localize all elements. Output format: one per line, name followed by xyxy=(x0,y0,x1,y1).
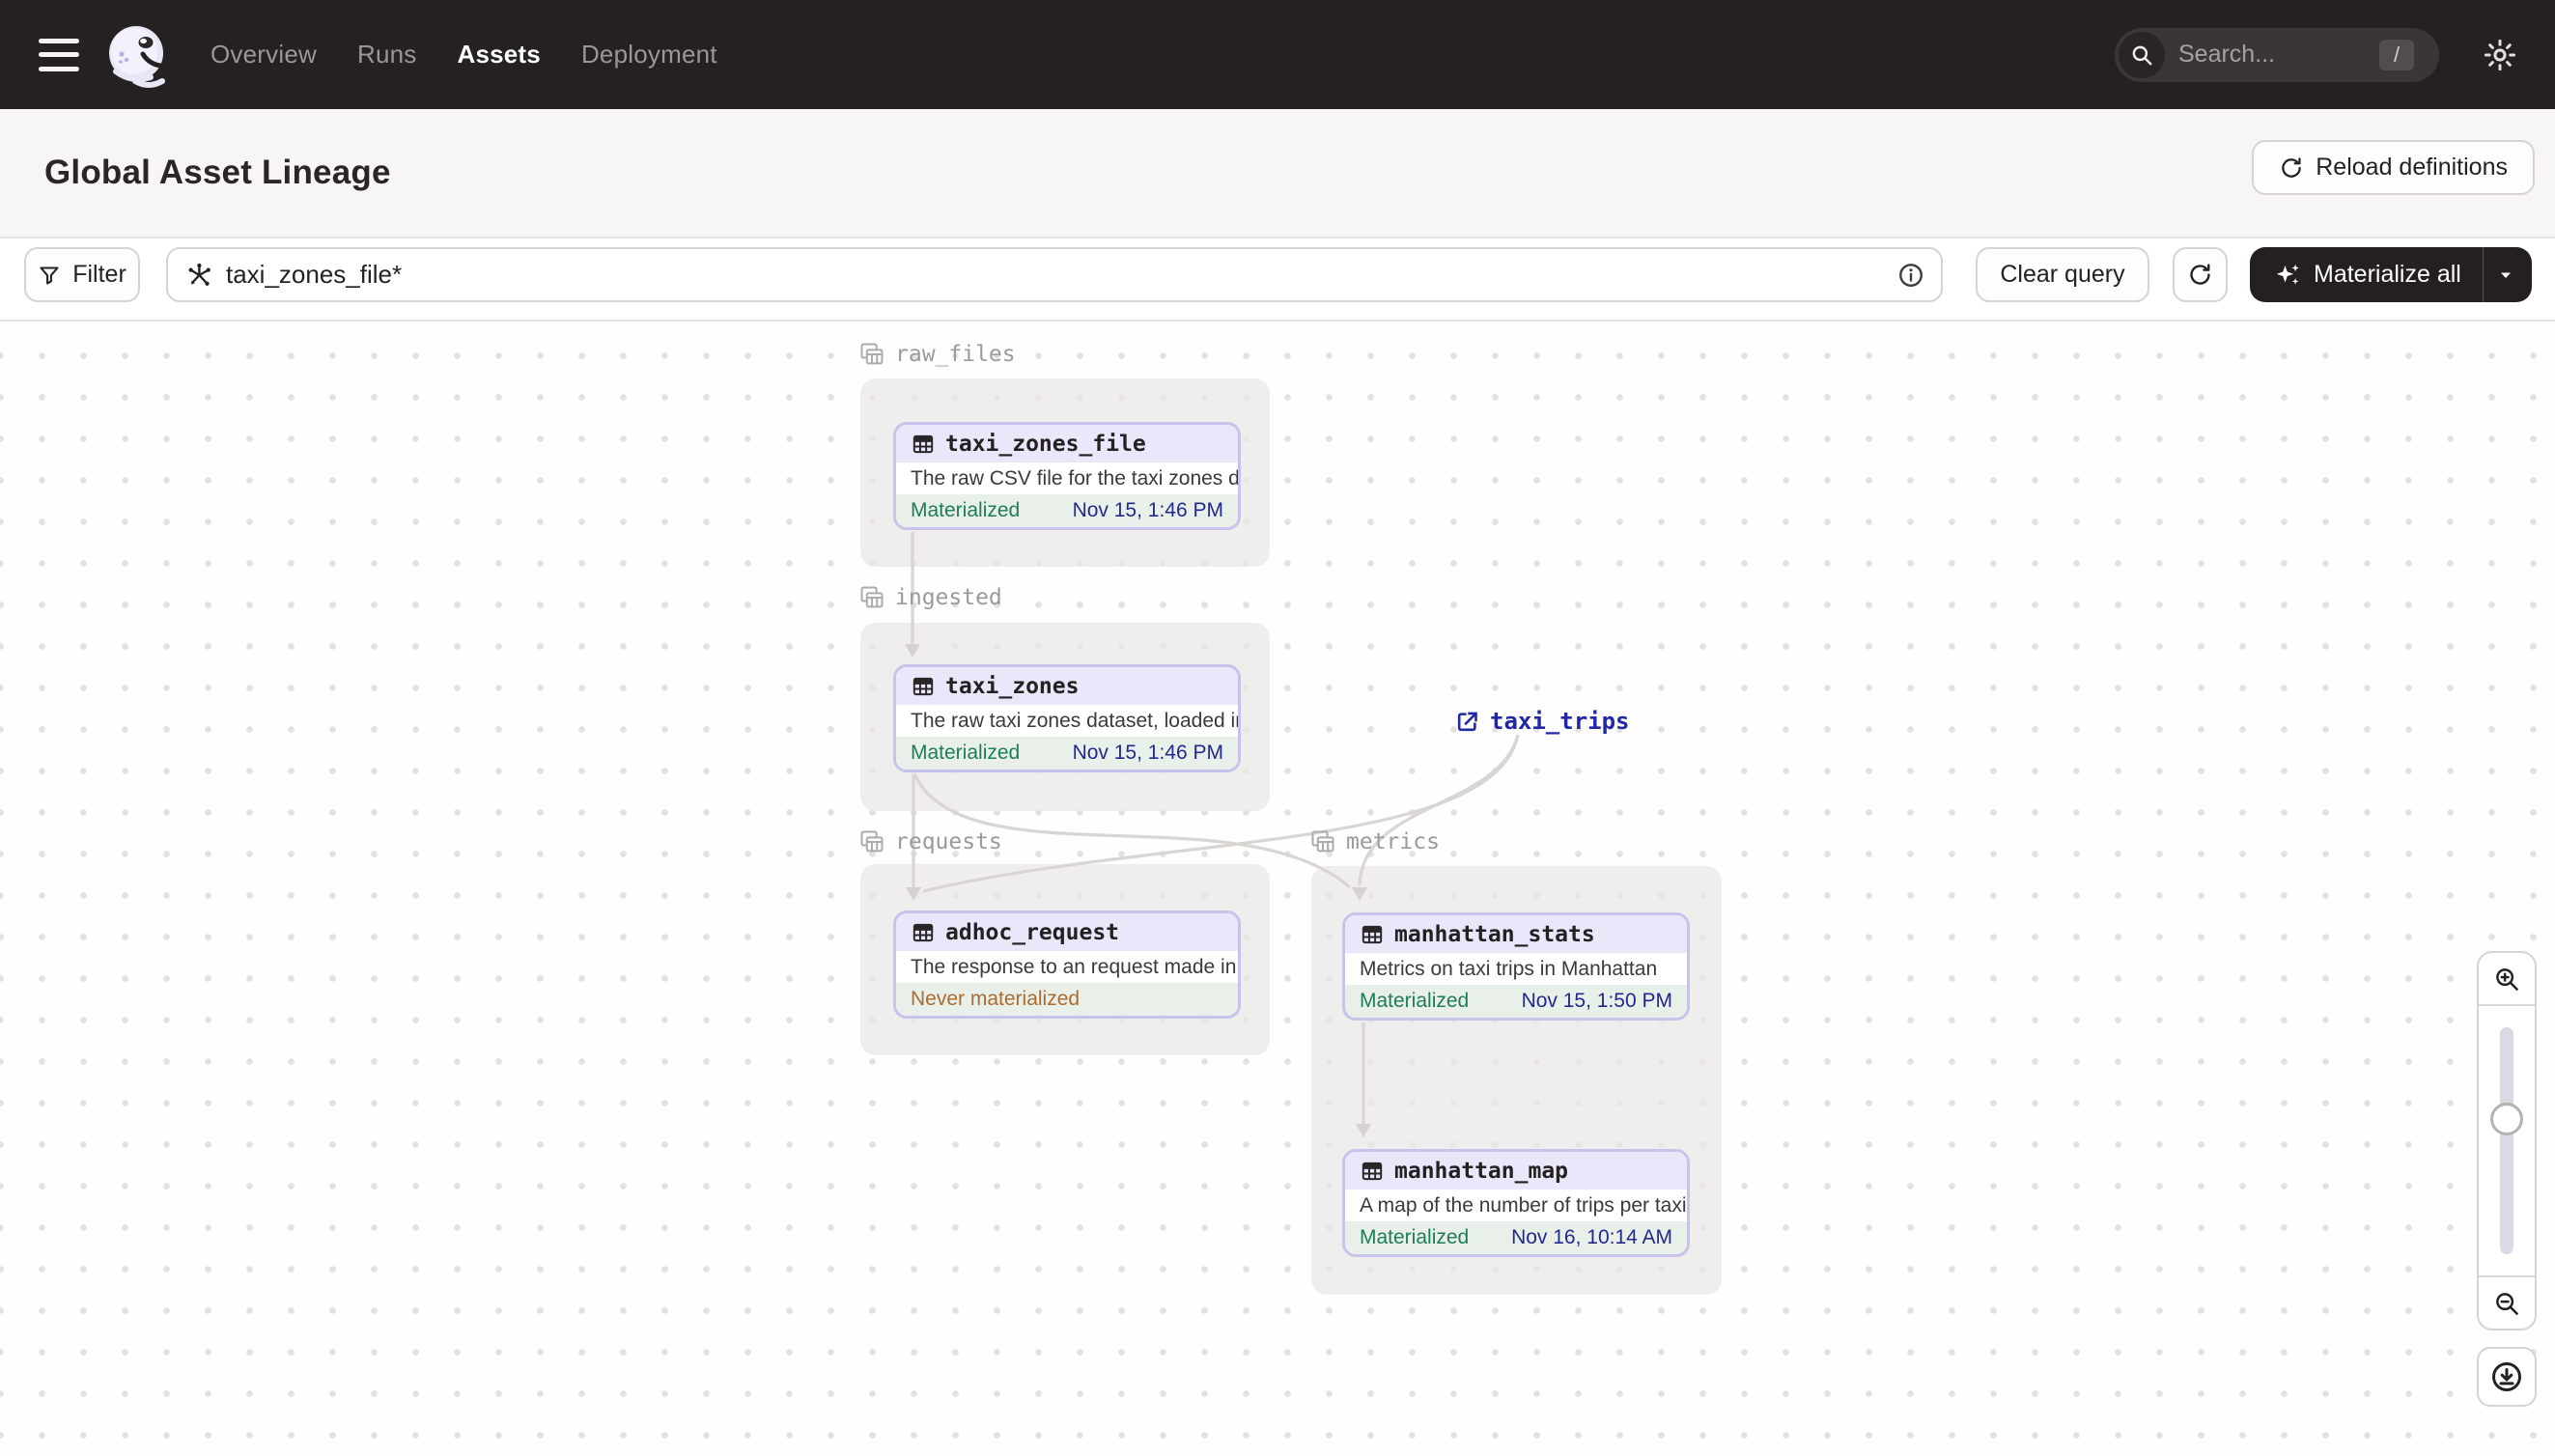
lineage-toolbar: Filter Clear query Materi xyxy=(0,237,2555,322)
zoom-slider-track[interactable] xyxy=(2500,1027,2513,1254)
page-header: Global Asset Lineage Reload definitions xyxy=(0,109,2555,237)
status-badge: Materialized xyxy=(911,742,1021,764)
asset-name: adhoc_request xyxy=(945,919,1120,945)
asset-description: Metrics on taxi trips in Manhattan xyxy=(1345,953,1687,985)
asset-group-icon xyxy=(1311,830,1334,853)
external-link-icon xyxy=(1457,712,1477,731)
reload-icon xyxy=(2282,156,2302,178)
download-icon xyxy=(2492,1362,2521,1391)
op-selector-icon xyxy=(188,263,211,286)
search-input[interactable] xyxy=(2178,41,2343,69)
filter-button[interactable]: Filter xyxy=(24,247,140,302)
group-label-ingested[interactable]: ingested xyxy=(858,584,1002,611)
asset-node-adhoc-request[interactable]: adhoc_request The response to an request… xyxy=(893,910,1241,1019)
asset-node-manhattan-stats[interactable]: manhattan_stats Metrics on taxi trips in… xyxy=(1342,912,1690,1021)
status-badge: Never materialized xyxy=(911,988,1081,1010)
asset-name: taxi_zones_file xyxy=(945,431,1146,457)
asset-name: manhattan_map xyxy=(1394,1158,1569,1184)
materialization-timestamp: Nov 16, 10:14 AM xyxy=(1511,1226,1672,1248)
page-title: Global Asset Lineage xyxy=(44,154,391,191)
external-asset-taxi-trips[interactable]: taxi_trips xyxy=(1454,708,1630,735)
asset-description: A map of the number of trips per taxi z.… xyxy=(1345,1190,1687,1221)
asset-node-taxi-zones[interactable]: taxi_zones The raw taxi zones dataset, l… xyxy=(893,664,1241,772)
asset-node-taxi-zones-file[interactable]: taxi_zones_file The raw CSV file for the… xyxy=(893,422,1241,530)
status-badge: Materialized xyxy=(1360,1226,1470,1248)
download-image-button[interactable] xyxy=(2477,1347,2537,1407)
zoom-out-icon xyxy=(2496,1292,2518,1315)
asset-description: The response to an request made in th... xyxy=(896,951,1238,983)
zoom-controls xyxy=(2477,951,2537,1330)
asset-group-icon xyxy=(860,343,884,365)
reload-definitions-button[interactable]: Reload definitions xyxy=(2252,140,2535,195)
materialize-options-dropdown[interactable] xyxy=(2482,247,2529,302)
top-nav: Overview Runs Assets Deployment / xyxy=(0,0,2555,109)
zoom-in-button[interactable] xyxy=(2479,953,2535,1006)
refresh-icon xyxy=(2190,264,2210,285)
nav-item-deployment[interactable]: Deployment xyxy=(581,40,717,70)
chevron-down-icon xyxy=(2501,272,2512,278)
group-label-requests[interactable]: requests xyxy=(858,828,1002,855)
clear-query-button[interactable]: Clear query xyxy=(1976,247,2149,302)
table-icon xyxy=(1362,925,1383,943)
asset-name: manhattan_stats xyxy=(1394,921,1595,947)
search-shortcut-badge: / xyxy=(2379,39,2414,70)
status-badge: Materialized xyxy=(911,499,1021,521)
zoom-out-button[interactable] xyxy=(2479,1275,2535,1329)
status-badge: Materialized xyxy=(1360,990,1470,1012)
asset-description: The raw taxi zones dataset, loaded int..… xyxy=(896,705,1238,737)
query-info-icon[interactable] xyxy=(1896,261,1925,290)
lineage-canvas[interactable]: raw_files ingested requests metrics taxi… xyxy=(0,322,2555,1456)
filter-funnel-icon xyxy=(40,266,59,285)
search-icon xyxy=(2119,31,2165,78)
materialization-timestamp: Nov 15, 1:46 PM xyxy=(1072,742,1223,764)
asset-group-icon xyxy=(860,586,884,608)
sparkle-icon xyxy=(2276,264,2299,285)
global-search[interactable]: / xyxy=(2115,27,2439,82)
asset-selection-input[interactable] xyxy=(226,260,1896,290)
nav-item-runs[interactable]: Runs xyxy=(357,40,417,70)
asset-node-manhattan-map[interactable]: manhattan_map A map of the number of tri… xyxy=(1342,1149,1690,1257)
table-icon xyxy=(912,923,934,941)
group-label-raw-files[interactable]: raw_files xyxy=(858,341,1016,368)
materialization-timestamp: Nov 15, 1:46 PM xyxy=(1072,499,1223,521)
materialization-timestamp: Nov 15, 1:50 PM xyxy=(1521,990,1672,1012)
zoom-slider-thumb[interactable] xyxy=(2490,1103,2523,1135)
table-icon xyxy=(1362,1162,1383,1180)
asset-name: taxi_zones xyxy=(945,673,1080,699)
asset-description: The raw CSV file for the taxi zones dat.… xyxy=(896,462,1238,494)
asset-selection-input-wrap xyxy=(166,247,1943,302)
table-icon xyxy=(912,677,934,695)
zoom-in-icon xyxy=(2496,967,2518,991)
group-label-metrics[interactable]: metrics xyxy=(1309,828,1440,855)
lineage-edges xyxy=(905,532,1520,1137)
nav-item-overview[interactable]: Overview xyxy=(211,40,317,70)
asset-group-icon xyxy=(860,830,884,853)
materialize-all-button[interactable]: Materialize all xyxy=(2250,247,2483,302)
menu-icon[interactable] xyxy=(39,38,79,71)
materialize-all-split-button: Materialize all xyxy=(2250,247,2532,302)
nav-item-assets[interactable]: Assets xyxy=(457,40,540,70)
dagster-logo-icon[interactable] xyxy=(102,21,170,89)
refresh-button[interactable] xyxy=(2173,247,2228,302)
settings-gear-icon[interactable] xyxy=(2482,37,2518,73)
nav-links: Overview Runs Assets Deployment xyxy=(211,40,717,70)
table-icon xyxy=(912,434,934,453)
zoom-slider xyxy=(2479,1006,2535,1275)
